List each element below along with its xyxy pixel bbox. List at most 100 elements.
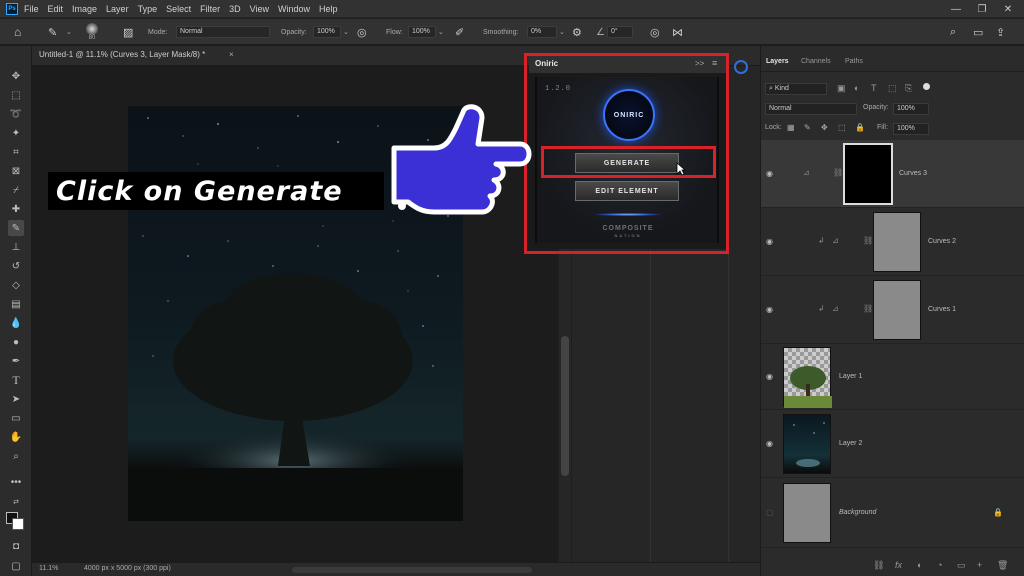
marquee-tool-icon[interactable]: ⬚ bbox=[8, 87, 24, 103]
smoothing-input[interactable]: 0% bbox=[527, 26, 557, 38]
workspace-icon[interactable]: ▭ bbox=[973, 19, 983, 45]
menu-help[interactable]: Help bbox=[319, 4, 338, 14]
lock-pixels-icon[interactable]: ✎ bbox=[804, 123, 811, 132]
more-tools-icon[interactable]: ••• bbox=[8, 474, 24, 490]
home-icon[interactable]: ⌂ bbox=[14, 19, 21, 45]
fill-input[interactable]: 100% bbox=[893, 123, 929, 135]
new-layer-icon[interactable]: + bbox=[977, 560, 982, 570]
move-tool-icon[interactable]: ✥ bbox=[8, 68, 24, 84]
menu-image[interactable]: Image bbox=[72, 4, 97, 14]
menu-filter[interactable]: Filter bbox=[200, 4, 220, 14]
path-selection-tool-icon[interactable]: ➤ bbox=[8, 391, 24, 407]
layer-row[interactable]: ◉ Layer 1 bbox=[761, 344, 1024, 410]
lock-artboard-icon[interactable]: ⬚ bbox=[838, 123, 846, 132]
pressure-size-icon[interactable]: ◎ bbox=[650, 19, 660, 45]
mode-select[interactable]: Normal bbox=[176, 26, 270, 38]
brush-preset-picker[interactable]: 80 bbox=[86, 19, 98, 45]
new-adjustment-icon[interactable]: ◔ bbox=[937, 560, 942, 570]
magic-wand-tool-icon[interactable]: ✦ bbox=[8, 125, 24, 141]
search-icon[interactable]: ⌕ bbox=[950, 19, 956, 45]
horizontal-scrollbar[interactable] bbox=[292, 567, 532, 573]
visibility-eye-icon[interactable]: ◉ bbox=[766, 237, 776, 246]
history-brush-tool-icon[interactable]: ↺ bbox=[8, 258, 24, 274]
visibility-eye-icon[interactable]: ▢ bbox=[766, 508, 776, 517]
layer-mask-thumbnail[interactable] bbox=[873, 212, 921, 272]
healing-brush-tool-icon[interactable]: ✚ bbox=[8, 201, 24, 217]
filter-kind-select[interactable]: ⌕ Kind bbox=[765, 83, 827, 95]
tab-paths[interactable]: Paths bbox=[845, 58, 863, 65]
pen-tool-icon[interactable]: ✒ bbox=[8, 353, 24, 369]
blend-mode-select[interactable]: Normal bbox=[765, 103, 857, 115]
clone-stamp-tool-icon[interactable]: ⊥ bbox=[8, 239, 24, 255]
hand-tool-icon[interactable]: ✋ bbox=[8, 429, 24, 445]
visibility-eye-icon[interactable]: ◉ bbox=[766, 439, 776, 448]
layer-mask-thumbnail[interactable] bbox=[843, 143, 893, 205]
adjustment-filter-icon[interactable]: ◐ bbox=[854, 83, 859, 93]
layer-row[interactable]: ◉ ↲ ⊿ ⛓ Curves 2 bbox=[761, 208, 1024, 276]
lock-position-icon[interactable]: ✥ bbox=[821, 123, 828, 132]
close-window-button[interactable]: ✕ bbox=[996, 0, 1020, 18]
eraser-tool-icon[interactable]: ◇ bbox=[8, 277, 24, 293]
screen-mode-icon[interactable]: ▢ bbox=[8, 558, 24, 574]
blur-tool-icon[interactable]: 💧 bbox=[8, 315, 24, 331]
scrollbar-thumb[interactable] bbox=[561, 336, 569, 476]
rectangle-tool-icon[interactable]: ▭ bbox=[8, 410, 24, 426]
gradient-tool-icon[interactable]: ▤ bbox=[8, 296, 24, 312]
link-layers-icon[interactable]: ⛓ bbox=[873, 560, 884, 571]
menu-edit[interactable]: Edit bbox=[48, 4, 64, 14]
dodge-tool-icon[interactable]: ● bbox=[8, 334, 24, 350]
swap-colors-icon[interactable]: ⇄ bbox=[8, 494, 24, 510]
zoom-level[interactable]: 11.1% bbox=[39, 565, 58, 572]
background-color-swatch[interactable] bbox=[12, 518, 24, 530]
close-document-icon[interactable]: × bbox=[229, 50, 234, 59]
brush-settings-icon[interactable]: ▨ bbox=[123, 19, 133, 45]
angle-input[interactable]: 0° bbox=[607, 26, 633, 38]
crop-tool-icon[interactable]: ⌗ bbox=[8, 144, 24, 160]
delete-layer-icon[interactable]: 🗑 bbox=[997, 560, 1008, 571]
layer-name[interactable]: Curves 2 bbox=[928, 238, 956, 245]
brush-tool-icon[interactable]: ✎ bbox=[8, 220, 24, 236]
link-icon[interactable]: ⛓ bbox=[863, 236, 873, 245]
brush-tool-icon[interactable]: ✎ bbox=[48, 19, 57, 45]
document-info[interactable]: 4000 px x 5000 px (300 ppi) bbox=[84, 565, 171, 572]
layer-row[interactable]: ◉ ⊿ ⛓ Curves 3 bbox=[761, 140, 1024, 208]
chevron-down-icon[interactable]: ⌄ bbox=[343, 19, 349, 45]
new-group-icon[interactable]: ▭ bbox=[957, 560, 966, 571]
layer-name[interactable]: Background bbox=[839, 509, 876, 516]
lock-all-icon[interactable]: 🔒 bbox=[855, 123, 865, 132]
shape-filter-icon[interactable]: ⬚ bbox=[888, 83, 897, 94]
photoshop-app-icon[interactable]: Ps bbox=[6, 2, 18, 15]
minimize-button[interactable]: — bbox=[944, 0, 968, 18]
menu-select[interactable]: Select bbox=[166, 4, 191, 14]
chevron-down-icon[interactable]: ⌄ bbox=[559, 19, 565, 45]
filter-toggle-icon[interactable] bbox=[923, 83, 930, 90]
layer-row[interactable]: ◉ ↲ ⊿ ⛓ Curves 1 bbox=[761, 276, 1024, 344]
layer-thumbnail[interactable] bbox=[783, 414, 831, 474]
menu-window[interactable]: Window bbox=[278, 4, 310, 14]
eyedropper-tool-icon[interactable]: ⌿ bbox=[8, 182, 24, 198]
restore-button[interactable]: ❐ bbox=[970, 0, 994, 18]
add-style-icon[interactable]: fx bbox=[895, 560, 902, 570]
chevron-down-icon[interactable]: ⌄ bbox=[66, 19, 72, 45]
layer-row[interactable]: ▢ Background 🔒 bbox=[761, 478, 1024, 548]
menu-3d[interactable]: 3D bbox=[229, 4, 241, 14]
layer-name[interactable]: Curves 1 bbox=[928, 306, 956, 313]
type-filter-icon[interactable]: T bbox=[871, 83, 877, 93]
opacity-input[interactable]: 100% bbox=[313, 26, 341, 38]
link-icon[interactable]: ⛓ bbox=[863, 304, 873, 313]
lock-transparency-icon[interactable]: ▦ bbox=[787, 123, 795, 132]
oniric-panel-icon[interactable] bbox=[734, 60, 748, 74]
zoom-tool-icon[interactable]: ⌕ bbox=[8, 448, 24, 464]
symmetry-icon[interactable]: ⋈ bbox=[672, 19, 683, 45]
chevron-down-icon[interactable]: ⌄ bbox=[438, 19, 444, 45]
airbrush-icon[interactable]: ✐ bbox=[455, 19, 464, 45]
tab-channels[interactable]: Channels bbox=[801, 58, 831, 65]
lasso-tool-icon[interactable]: ➰ bbox=[8, 106, 24, 122]
frame-tool-icon[interactable]: ⊠ bbox=[8, 163, 24, 179]
layer-name[interactable]: Curves 3 bbox=[899, 170, 927, 177]
tab-layers[interactable]: Layers bbox=[766, 58, 789, 65]
layer-thumbnail[interactable] bbox=[783, 483, 831, 543]
smart-object-filter-icon[interactable]: ⎘ bbox=[905, 83, 912, 94]
layer-mask-thumbnail[interactable] bbox=[873, 280, 921, 340]
menu-view[interactable]: View bbox=[250, 4, 269, 14]
